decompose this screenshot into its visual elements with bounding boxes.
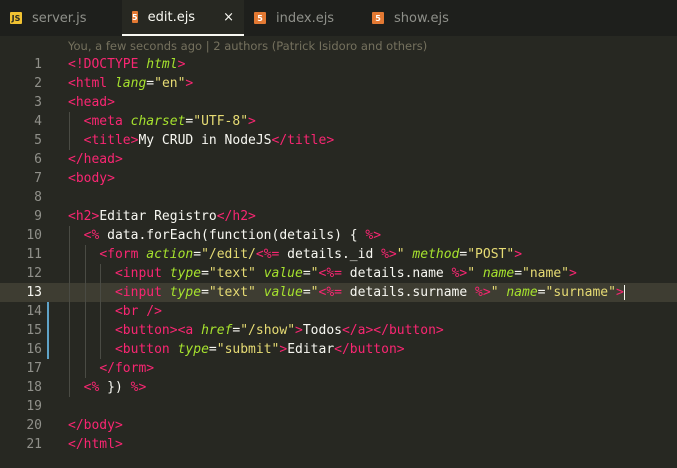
tab-label: show.ejs <box>394 10 449 26</box>
code-line[interactable]: 16 <button type="submit">Editar</button> <box>0 340 677 359</box>
code-line[interactable]: 11 <form action="/edit/<%= details._id %… <box>0 245 677 264</box>
code-line[interactable]: 13 <input type="text" value="<%= details… <box>0 283 677 302</box>
tab-bar: JS server.js 5 edit.ejs × 5 index.ejs 5 … <box>0 0 677 36</box>
line-number: 15 <box>26 323 42 338</box>
code-line[interactable]: 9 <h2>Editar Registro</h2> <box>0 207 677 226</box>
code-text[interactable]: <input type="text" value="<%= details.su… <box>68 283 625 302</box>
code-text[interactable]: <!DOCTYPE html> <box>68 55 185 74</box>
tab-show-ejs[interactable]: 5 show.ejs <box>362 0 480 36</box>
code-line[interactable]: 21 </html> <box>0 435 677 454</box>
code-line[interactable]: 1 <!DOCTYPE html> <box>0 55 677 74</box>
code-text[interactable]: <title>My CRUD in NodeJS</title> <box>68 131 334 150</box>
tab-server-js[interactable]: JS server.js <box>0 0 122 36</box>
tab-label: index.ejs <box>276 10 335 26</box>
line-number: 10 <box>26 228 42 243</box>
code-text[interactable]: </head> <box>68 150 123 169</box>
line-number: 8 <box>34 190 42 205</box>
line-number: 12 <box>26 266 42 281</box>
line-number: 3 <box>34 95 42 110</box>
line-number: 7 <box>34 171 42 186</box>
code-line[interactable]: 8 <box>0 188 677 207</box>
code-text[interactable]: </form> <box>68 359 154 378</box>
code-text[interactable]: <% data.forEach(function(details) { %> <box>68 226 381 245</box>
git-modified-marker[interactable] <box>47 302 49 321</box>
line-number: 11 <box>26 247 42 262</box>
line-number: 20 <box>26 418 42 433</box>
git-modified-marker[interactable] <box>47 321 49 340</box>
tab-edit-ejs[interactable]: 5 edit.ejs × <box>122 0 244 36</box>
line-number: 18 <box>26 380 42 395</box>
code-text[interactable]: <meta charset="UTF-8"> <box>68 112 256 131</box>
close-icon[interactable]: × <box>223 10 234 25</box>
code-text[interactable]: <input type="text" value="<%= details.na… <box>68 264 577 283</box>
code-text[interactable]: <form action="/edit/<%= details._id %>" … <box>68 245 522 264</box>
code-text[interactable]: <% }) %> <box>68 378 147 397</box>
code-text[interactable]: <body> <box>68 169 115 188</box>
code-line[interactable]: 15 <button><a href="/show">Todos</a></bu… <box>0 321 677 340</box>
git-blame-annotation[interactable]: You, a few seconds ago | 2 authors (Patr… <box>0 37 677 55</box>
code-line[interactable]: 4 <meta charset="UTF-8"> <box>0 112 677 131</box>
code-line[interactable]: 7 <body> <box>0 169 677 188</box>
code-line[interactable]: 10 <% data.forEach(function(details) { %… <box>0 226 677 245</box>
code-text[interactable]: <button type="submit">Editar</button> <box>68 340 405 359</box>
line-number: 14 <box>26 304 42 319</box>
code-line[interactable]: 12 <input type="text" value="<%= details… <box>0 264 677 283</box>
js-file-icon: JS <box>10 12 22 24</box>
line-number: 13 <box>26 285 42 300</box>
code-line[interactable]: 14 <br /> <box>0 302 677 321</box>
tab-label: edit.ejs <box>147 9 196 25</box>
code-text[interactable]: </body> <box>68 416 123 435</box>
code-editor[interactable]: 1 <!DOCTYPE html> 2 <html lang="en"> 3 <head>… <box>0 55 677 454</box>
code-text[interactable]: <button><a href="/show">Todos</a></butto… <box>68 321 444 340</box>
line-number: 5 <box>34 133 42 148</box>
text-cursor <box>623 285 625 300</box>
line-number: 19 <box>26 399 42 414</box>
code-text[interactable]: <h2>Editar Registro</h2> <box>68 207 256 226</box>
code-line[interactable]: 19 <box>0 397 677 416</box>
tab-index-ejs[interactable]: 5 index.ejs <box>244 0 362 36</box>
code-text[interactable]: <br /> <box>68 302 162 321</box>
line-number: 4 <box>34 114 42 129</box>
code-text[interactable]: <html lang="en"> <box>68 74 193 93</box>
line-number: 6 <box>34 152 42 167</box>
code-line[interactable]: 5 <title>My CRUD in NodeJS</title> <box>0 131 677 150</box>
line-number: 21 <box>26 437 42 452</box>
line-number: 9 <box>34 209 42 224</box>
code-text[interactable]: <head> <box>68 93 115 112</box>
code-text[interactable]: </html> <box>68 435 123 454</box>
code-line[interactable]: 17 </form> <box>0 359 677 378</box>
line-number: 2 <box>34 76 42 91</box>
code-line[interactable]: 3 <head> <box>0 93 677 112</box>
code-line[interactable]: 6 </head> <box>0 150 677 169</box>
html-file-icon: 5 <box>254 12 266 24</box>
git-modified-marker[interactable] <box>47 340 49 359</box>
line-number: 17 <box>26 361 42 376</box>
line-number: 16 <box>26 342 42 357</box>
code-line[interactable]: 18 <% }) %> <box>0 378 677 397</box>
code-line[interactable]: 20 </body> <box>0 416 677 435</box>
html-file-icon: 5 <box>372 12 384 24</box>
code-line[interactable]: 2 <html lang="en"> <box>0 74 677 93</box>
line-number: 1 <box>34 57 42 72</box>
tab-label: server.js <box>32 10 87 26</box>
html-file-icon: 5 <box>132 11 138 23</box>
